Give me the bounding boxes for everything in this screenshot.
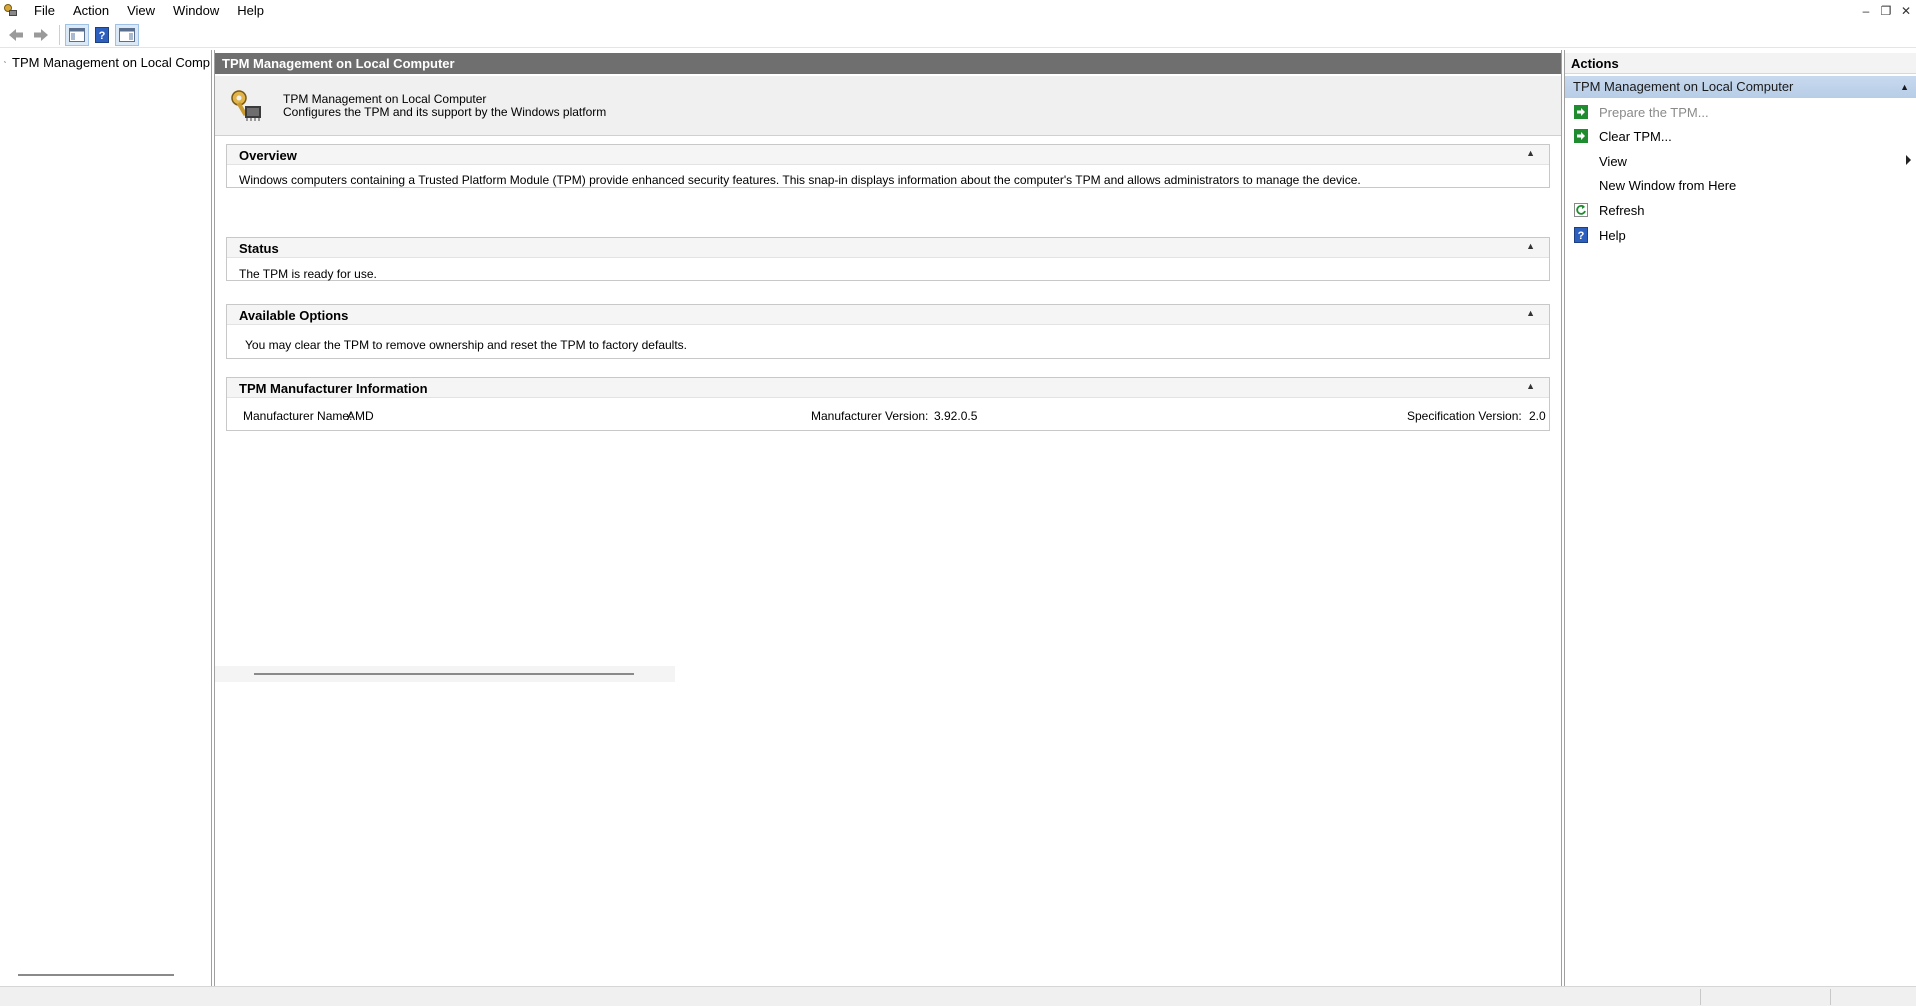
available-options-title: Available Options: [239, 308, 349, 323]
available-options-section: Available Options ▲ You may clear the TP…: [226, 304, 1550, 359]
green-arrow-icon: [1573, 128, 1589, 144]
manufacturer-version-label: Manufacturer Version:: [811, 409, 929, 423]
actions-pane: Actions TPM Management on Local Computer…: [1564, 50, 1916, 986]
back-button[interactable]: [4, 24, 28, 46]
action-view[interactable]: View: [1565, 150, 1916, 172]
menu-help[interactable]: Help: [228, 0, 273, 22]
status-title: Status: [239, 241, 279, 256]
show-hide-console-tree-button[interactable]: [65, 23, 89, 46]
console-tree: TPM Management on Local Comp: [0, 50, 212, 986]
manufacturer-version-value: 3.92.0.5: [934, 409, 978, 423]
tree-item-tpm-management[interactable]: TPM Management on Local Comp: [4, 53, 210, 71]
status-bar: [0, 986, 1916, 1006]
toolbar: ?: [0, 22, 1916, 48]
actions-group-header[interactable]: TPM Management on Local Computer ▲: [1565, 76, 1916, 98]
overview-header[interactable]: Overview ▲: [227, 145, 1549, 165]
menu-file[interactable]: File: [25, 0, 64, 22]
help-book-icon: ?: [95, 26, 109, 43]
overview-text: Windows computers containing a Trusted P…: [239, 173, 1361, 187]
collapse-icon[interactable]: ▲: [1526, 308, 1535, 318]
svg-text:?: ?: [99, 30, 106, 42]
specification-version-value: 2.0: [1529, 409, 1546, 423]
manufacturer-info-header[interactable]: TPM Manufacturer Information ▲: [227, 378, 1549, 398]
action-help[interactable]: ? Help: [1565, 224, 1916, 246]
action-pane-icon: [119, 27, 135, 42]
status-bar-divider: [1700, 989, 1701, 1005]
action-prepare-tpm[interactable]: Prepare the TPM...: [1565, 101, 1916, 123]
action-clear-tpm[interactable]: Clear TPM...: [1565, 125, 1916, 147]
collapse-icon[interactable]: ▲: [1526, 241, 1535, 251]
back-arrow-icon: [9, 28, 23, 41]
action-label: New Window from Here: [1599, 177, 1737, 193]
refresh-icon: [1573, 202, 1589, 218]
overview-title: Overview: [239, 148, 297, 163]
manufacturer-name-label: Manufacturer Name:: [243, 409, 353, 423]
action-label: View: [1599, 153, 1627, 169]
center-horizontal-scrollbar[interactable]: [215, 666, 675, 682]
status-header[interactable]: Status ▲: [227, 238, 1549, 258]
collapse-icon[interactable]: ▲: [1900, 76, 1909, 98]
center-pane: TPM Management on Local Computer TPM Man…: [214, 50, 1562, 986]
available-options-text: You may clear the TPM to remove ownershi…: [245, 338, 687, 352]
window-controls: – ❐ ✕: [1856, 0, 1916, 22]
action-label: Clear TPM...: [1599, 128, 1672, 144]
action-refresh[interactable]: Refresh: [1565, 199, 1916, 221]
status-bar-divider: [1830, 989, 1831, 1005]
forward-button[interactable]: [29, 24, 53, 46]
manufacturer-name-value: AMD: [347, 409, 374, 423]
actions-title: Actions: [1565, 53, 1916, 74]
console-tree-icon: [69, 27, 85, 42]
tpm-key-icon: [4, 61, 6, 63]
toolbar-separator: [59, 24, 60, 45]
show-hide-action-pane-button[interactable]: [115, 23, 139, 46]
close-button[interactable]: ✕: [1896, 0, 1916, 22]
menu-window[interactable]: Window: [164, 0, 228, 22]
action-label: Prepare the TPM...: [1599, 104, 1709, 120]
snapin-description: Configures the TPM and its support by th…: [283, 105, 607, 119]
status-section: Status ▲ The TPM is ready for use.: [226, 237, 1550, 281]
action-label: Help: [1599, 227, 1626, 243]
action-label: Refresh: [1599, 202, 1645, 218]
help-toolbar-button[interactable]: ?: [90, 24, 114, 46]
specification-version-label: Specification Version:: [1407, 409, 1522, 423]
submenu-arrow-icon: [1906, 155, 1911, 165]
menu-action[interactable]: Action: [64, 0, 118, 22]
tree-horizontal-scrollbar[interactable]: [18, 974, 174, 976]
center-pane-title: TPM Management on Local Computer: [215, 53, 1561, 74]
manufacturer-info-title: TPM Manufacturer Information: [239, 381, 428, 396]
action-new-window-from-here[interactable]: New Window from Here: [1565, 174, 1916, 196]
restore-button[interactable]: ❐: [1876, 0, 1896, 22]
svg-text:?: ?: [1578, 230, 1585, 242]
green-arrow-icon: [1573, 104, 1589, 120]
overview-section: Overview ▲ Windows computers containing …: [226, 144, 1550, 188]
menu-view[interactable]: View: [118, 0, 164, 22]
scrollbar-thumb[interactable]: [254, 673, 634, 675]
minimize-button[interactable]: –: [1856, 0, 1876, 22]
menu-bar: File Action View Window Help – ❐ ✕: [0, 0, 1916, 22]
collapse-icon[interactable]: ▲: [1526, 148, 1535, 158]
snapin-title: TPM Management on Local Computer: [283, 92, 487, 106]
forward-arrow-icon: [34, 28, 48, 41]
tree-item-label: TPM Management on Local Comp: [12, 54, 210, 70]
collapse-icon[interactable]: ▲: [1526, 381, 1535, 391]
tpm-app-icon: [3, 3, 19, 19]
manufacturer-info-section: TPM Manufacturer Information ▲ Manufactu…: [226, 377, 1550, 431]
status-text: The TPM is ready for use.: [239, 267, 377, 281]
tpm-chip-key-icon: [229, 88, 265, 124]
actions-group-title: TPM Management on Local Computer: [1573, 79, 1794, 94]
help-icon: ?: [1573, 227, 1589, 243]
snapin-header: TPM Management on Local Computer Configu…: [215, 76, 1561, 136]
available-options-header[interactable]: Available Options ▲: [227, 305, 1549, 325]
